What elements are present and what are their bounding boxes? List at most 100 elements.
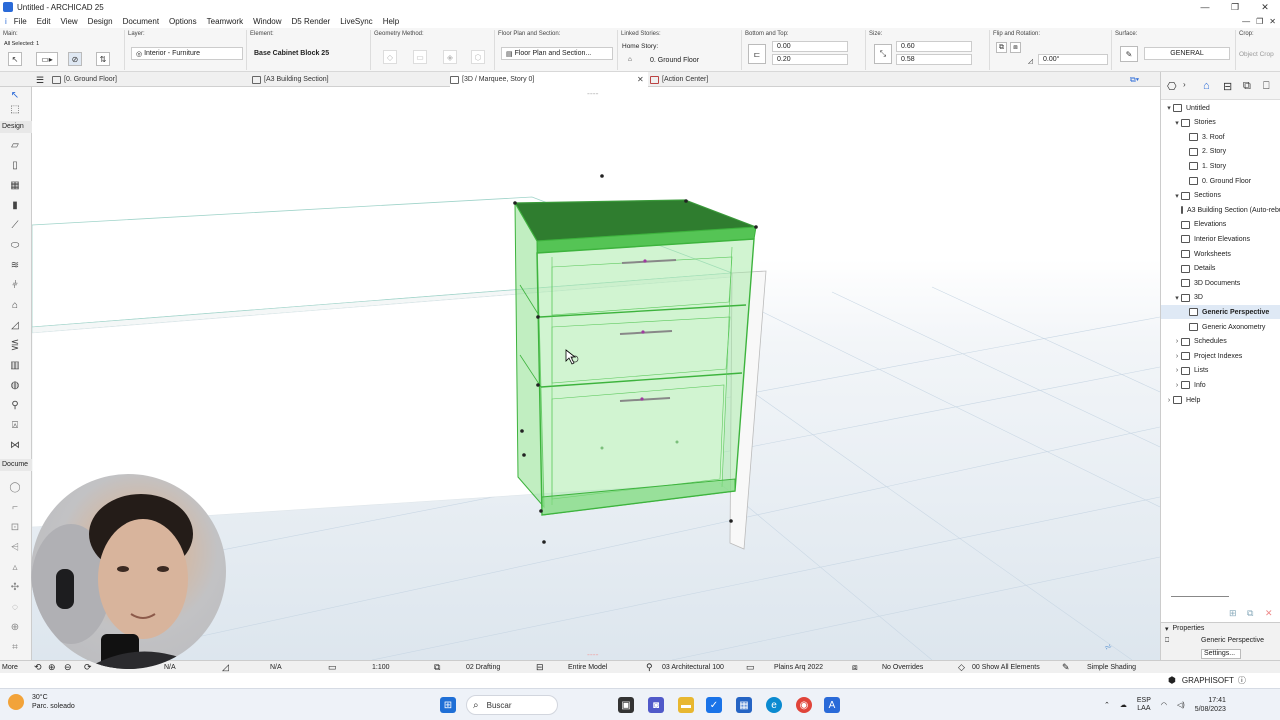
settings-button[interactable]: Settings...: [1201, 649, 1241, 659]
door-tool-icon[interactable]: ▯: [8, 159, 22, 171]
tree-item[interactable]: 2. Story: [1161, 145, 1280, 159]
project-map-icon[interactable]: ⎔: [1167, 80, 1177, 93]
menu-document[interactable]: Document: [118, 17, 164, 26]
shell-tool-icon[interactable]: ◿: [8, 319, 22, 331]
zoom-out-icon[interactable]: ⊖: [64, 661, 72, 674]
clock[interactable]: 17:41 5/08/2023: [1195, 696, 1226, 714]
tab-close-icon[interactable]: ✕: [637, 75, 644, 84]
menu-d5-render[interactable]: D5 Render: [287, 17, 336, 26]
menu-help[interactable]: Help: [378, 17, 404, 26]
expand-toggle-icon[interactable]: ›: [1165, 397, 1173, 404]
stair-tool-icon[interactable]: ≋: [8, 259, 22, 271]
publisher-icon[interactable]: ⧉: [1243, 80, 1251, 93]
flip-icon[interactable]: ⧈: [1010, 42, 1021, 53]
tree-item[interactable]: Generic Axonometry: [1161, 320, 1280, 334]
orbit-icon[interactable]: ⟳: [84, 661, 92, 674]
window-tool-icon[interactable]: ▦: [8, 179, 22, 191]
hotspot[interactable]: [536, 315, 540, 319]
expand-toggle-icon[interactable]: ›: [1173, 338, 1181, 345]
structural-display[interactable]: Entire Model: [568, 661, 607, 674]
menu-livesync[interactable]: LiveSync: [335, 17, 377, 26]
bottom-offset-input[interactable]: 0.20: [772, 54, 848, 65]
teams-icon[interactable]: ◙: [648, 697, 664, 713]
polyline-tool-icon[interactable]: ⊕: [8, 621, 22, 633]
menu-view[interactable]: View: [55, 17, 82, 26]
arrow-tool[interactable]: ↖: [8, 89, 22, 101]
layer-combo[interactable]: 02 Drafting: [466, 661, 500, 674]
top-offset-input[interactable]: 0.00: [772, 41, 848, 52]
tree-item[interactable]: A3 Building Section (Auto-rebuild Model): [1161, 203, 1280, 217]
mesh-tool-icon[interactable]: ⋚: [8, 339, 22, 351]
hotspot[interactable]: [729, 519, 733, 523]
geometry-rotated-icon[interactable]: ◈: [443, 50, 457, 64]
expand-toggle-icon[interactable]: ›: [1173, 382, 1181, 389]
hotspot[interactable]: [513, 201, 517, 205]
archicad-taskbar-icon[interactable]: A: [824, 697, 840, 713]
tree-item[interactable]: 3. Roof: [1161, 130, 1280, 144]
top-drag-handle[interactable]: ----: [587, 89, 599, 98]
menu-window[interactable]: Window: [248, 17, 286, 26]
organizer-icon[interactable]: ⎕: [1263, 80, 1270, 93]
info-icon[interactable]: ⓘ: [1238, 675, 1246, 686]
clone-icon[interactable]: ⧉: [1247, 608, 1253, 619]
tree-item[interactable]: › Lists: [1161, 364, 1280, 378]
base-cabinet-selection[interactable]: [513, 174, 758, 544]
beam-tool-icon[interactable]: ⟋: [8, 219, 22, 231]
home-story-select[interactable]: 0. Ground Floor: [646, 54, 738, 67]
delete-icon[interactable]: ✕: [1265, 608, 1273, 619]
doc-close-icon[interactable]: ✕: [1269, 17, 1276, 26]
morph-tool-icon[interactable]: ◍: [8, 379, 22, 391]
store-icon[interactable]: ▦: [736, 697, 752, 713]
menu-teamwork[interactable]: Teamwork: [202, 17, 248, 26]
tree-item[interactable]: › Info: [1161, 378, 1280, 392]
dimension-tool-icon[interactable]: ◯: [8, 481, 22, 493]
tree-item[interactable]: 0. Ground Floor: [1161, 174, 1280, 188]
mirror-icon[interactable]: ⧉: [996, 42, 1007, 53]
wall-tool-icon[interactable]: ▱: [8, 139, 22, 151]
network-icon[interactable]: ☁: [1120, 701, 1127, 709]
expand-toggle-icon[interactable]: ▾: [1173, 294, 1181, 302]
tab-3d-marquee[interactable]: [3D / Marquee, Story 0]: [450, 72, 648, 87]
fill-tool-icon[interactable]: ▵: [8, 561, 22, 573]
surface-brush-icon[interactable]: ✎: [1120, 46, 1138, 62]
tab-action-center[interactable]: [Action Center]: [650, 72, 850, 87]
restore-icon[interactable]: ❐: [1220, 0, 1250, 14]
roof-tool-icon[interactable]: ⌂: [8, 299, 22, 311]
hotspot[interactable]: [684, 199, 688, 203]
tab-building-section[interactable]: [A3 Building Section]: [252, 72, 448, 87]
properties-header[interactable]: ▾ Properties: [1165, 625, 1204, 633]
size-x-input[interactable]: 0.60: [896, 41, 972, 52]
tray-chevron-icon[interactable]: ⌃: [1104, 701, 1110, 709]
expand-toggle-icon[interactable]: ›: [1173, 353, 1181, 360]
tree-item[interactable]: › Project Indexes: [1161, 349, 1280, 363]
arrow-tool-icon[interactable]: ↖: [8, 52, 22, 66]
geometry-rect-icon[interactable]: ▭: [413, 50, 427, 64]
close-icon[interactable]: ✕: [1250, 0, 1280, 14]
undo-icon[interactable]: ⟲: [34, 661, 42, 674]
tree-item[interactable]: ▾ Sections: [1161, 189, 1280, 203]
object-tool-icon[interactable]: ⚲: [8, 399, 22, 411]
zoom-in-icon[interactable]: ⊕: [48, 661, 56, 674]
menu-options[interactable]: Options: [164, 17, 202, 26]
model-view-options[interactable]: Plains Arq 2022: [774, 661, 823, 674]
tree-item[interactable]: Worksheets: [1161, 247, 1280, 261]
wifi-icon[interactable]: ◠: [1161, 701, 1167, 709]
line-tool-icon[interactable]: ✣: [8, 581, 22, 593]
pen-set[interactable]: 03 Architectural 100: [662, 661, 724, 674]
label-tool-icon[interactable]: ⩤: [8, 541, 22, 553]
task-view-icon[interactable]: ▣: [618, 697, 634, 713]
expand-toggle-icon[interactable]: ›: [1173, 367, 1181, 374]
menu-edit[interactable]: Edit: [32, 17, 56, 26]
navigation-icon[interactable]: ⩫: [1104, 642, 1112, 653]
more-label[interactable]: More: [2, 661, 18, 674]
floorplan-button[interactable]: ▤ Floor Plan and Section...: [501, 47, 613, 60]
design-section[interactable]: Design: [0, 121, 32, 133]
selection-mode-icon[interactable]: ▭▸: [36, 52, 58, 66]
tree-item[interactable]: › Schedules: [1161, 335, 1280, 349]
view-map-icon[interactable]: ⌂: [1203, 80, 1210, 92]
new-view-icon[interactable]: ⊞: [1229, 608, 1237, 619]
lamp-tool-icon[interactable]: ⍓: [8, 419, 22, 431]
view-map-icon[interactable]: ⧉▾: [1130, 75, 1139, 85]
suspend-groups-icon[interactable]: ⊘: [68, 52, 82, 66]
expand-toggle-icon[interactable]: ▾: [1173, 192, 1181, 200]
